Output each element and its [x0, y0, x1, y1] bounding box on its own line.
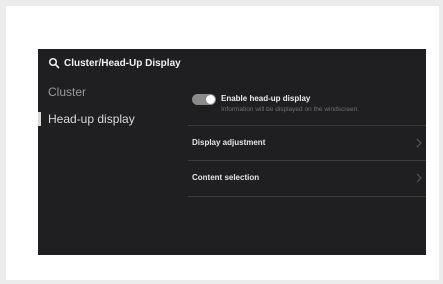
header: Cluster/Head-Up Display [38, 49, 426, 79]
sidebar-item-head-up-display[interactable]: Head-up display [38, 108, 168, 130]
enable-hud-toggle[interactable] [192, 94, 216, 105]
toggle-label: Enable head-up display [221, 94, 311, 103]
enable-hud-row[interactable]: Enable head-up display Information will … [188, 85, 426, 115]
settings-content: Enable head-up display Information will … [188, 79, 426, 255]
sidebar-item-cluster[interactable]: Cluster [38, 81, 168, 103]
page-frame: Cluster/Head-Up Display Cluster Head-up … [6, 6, 439, 280]
sidebar-item-label: Head-up display [48, 112, 135, 126]
toggle-description: Information will be displayed on the win… [221, 106, 360, 113]
row-label: Display adjustment [192, 138, 266, 147]
active-indicator [38, 112, 41, 126]
toggle-knob [206, 95, 215, 104]
divider [188, 196, 426, 197]
display-adjustment-row[interactable]: Display adjustment [188, 126, 426, 160]
chevron-right-icon [416, 173, 422, 183]
sidebar: Cluster Head-up display [38, 79, 168, 255]
page-title: Cluster/Head-Up Display [64, 58, 181, 69]
chevron-right-icon [416, 138, 422, 148]
sidebar-item-label: Cluster [48, 85, 87, 99]
search-icon[interactable] [48, 57, 60, 69]
content-selection-row[interactable]: Content selection [188, 161, 426, 195]
infotainment-screen: Cluster/Head-Up Display Cluster Head-up … [38, 49, 426, 255]
row-label: Content selection [192, 173, 260, 182]
